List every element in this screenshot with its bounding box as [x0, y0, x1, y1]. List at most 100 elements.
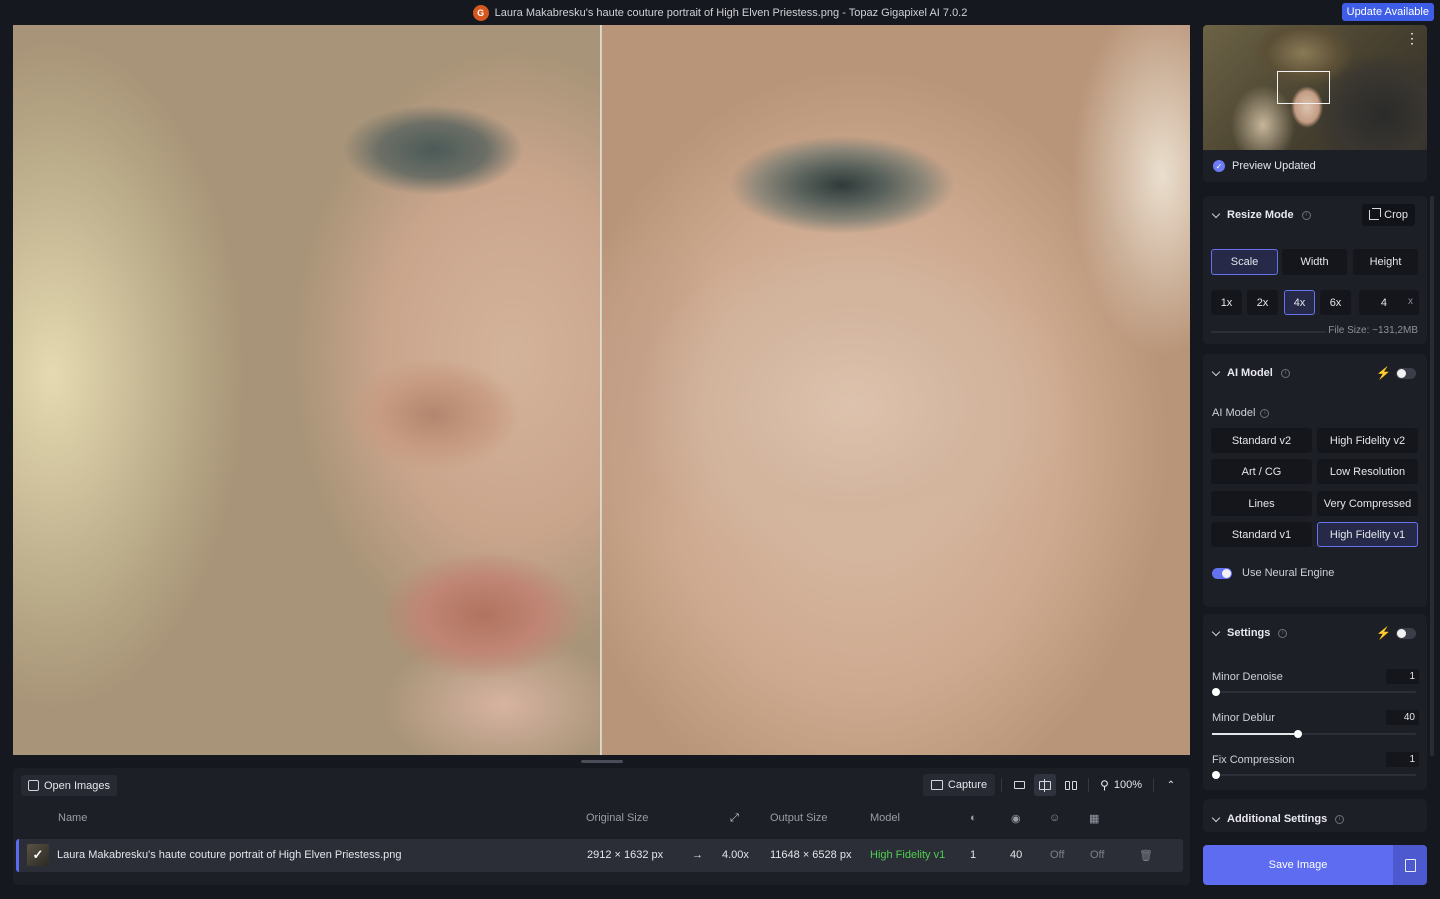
neural-engine-label: Use Neural Engine: [1242, 567, 1335, 579]
table-row[interactable]: ✓ Laura Makabresku's haute couture portr…: [16, 839, 1183, 872]
viewport-indicator[interactable]: [1277, 71, 1330, 104]
fix-compression-slider[interactable]: [1212, 771, 1416, 779]
side-by-side-icon: [1065, 780, 1078, 790]
file-name: Laura Makabresku's haute couture portrai…: [57, 849, 402, 861]
save-image-button[interactable]: Save Image: [1203, 845, 1393, 885]
mode-scale-button[interactable]: Scale: [1211, 249, 1278, 275]
image-icon: [28, 780, 39, 791]
column-header-original-size[interactable]: Original Size: [586, 812, 648, 824]
fix-compression-value[interactable]: 1: [1386, 752, 1419, 767]
side-by-side-view-button[interactable]: [1060, 774, 1082, 796]
update-available-button[interactable]: Update Available: [1341, 3, 1434, 21]
preview-panel: ⋮ ✓ Preview Updated: [1203, 25, 1427, 182]
open-images-label: Open Images: [44, 779, 111, 792]
camera-icon: [930, 780, 943, 790]
slider-knob[interactable]: [1212, 688, 1220, 696]
toolbar-divider: [1001, 778, 1003, 792]
model-high-fidelity-v2-button[interactable]: High Fidelity v2: [1317, 428, 1418, 453]
split-view-icon: [1039, 778, 1052, 792]
model-standard-v2-button[interactable]: Standard v2: [1211, 428, 1312, 453]
column-header-model[interactable]: Model: [870, 812, 900, 824]
denoise-column-icon: ◐: [970, 812, 977, 824]
collapse-panel-button[interactable]: ⌃: [1160, 774, 1182, 796]
split-view-button[interactable]: [1034, 774, 1057, 796]
image-comparison-viewer[interactable]: [13, 25, 1190, 755]
ai-model-header[interactable]: AI Model i: [1203, 354, 1427, 392]
toolbar-divider: [1088, 778, 1090, 792]
minor-denoise-value[interactable]: 1: [1386, 669, 1419, 684]
ai-model-title: AI Model: [1227, 367, 1273, 379]
crop-label: Crop: [1384, 209, 1408, 221]
minor-deblur-label: Minor Deblur: [1212, 712, 1275, 724]
denoise-value: 1: [970, 849, 977, 861]
capture-button[interactable]: Capture: [922, 774, 996, 796]
preview-status: ✓ Preview Updated: [1213, 160, 1316, 172]
resize-divider: [1211, 331, 1326, 333]
deblur-value: 40: [1010, 849, 1023, 861]
window-title-text: Laura Makabresku's haute couture portrai…: [494, 6, 968, 19]
model-value: High Fidelity v1: [870, 849, 946, 861]
scale-6x-button[interactable]: 6x: [1320, 290, 1351, 315]
chevron-down-icon: [1211, 209, 1221, 218]
slider-knob[interactable]: [1293, 730, 1302, 738]
model-very-compressed-button[interactable]: Very Compressed: [1317, 491, 1418, 516]
minor-deblur-value[interactable]: 40: [1386, 710, 1419, 725]
file-settings-icon: [1404, 858, 1416, 872]
navigator-thumbnail[interactable]: ⋮: [1203, 25, 1427, 150]
scale-value: 4.00x: [722, 849, 749, 861]
single-view-button[interactable]: [1008, 774, 1030, 796]
preview-status-label: Preview Updated: [1232, 160, 1316, 172]
settings-header[interactable]: Settings i: [1203, 614, 1427, 652]
resize-mode-title: Resize Mode: [1227, 209, 1294, 221]
neural-engine-toggle[interactable]: [1212, 568, 1232, 579]
arrow-right-icon: →: [692, 849, 703, 861]
ai-model-toggle[interactable]: [1396, 368, 1416, 379]
lightning-icon: ⚡: [1376, 626, 1391, 640]
settings-toggle[interactable]: [1396, 628, 1416, 639]
model-standard-v1-button[interactable]: Standard v1: [1211, 522, 1312, 547]
slider-knob[interactable]: [1212, 771, 1220, 779]
model-art-cg-button[interactable]: Art / CG: [1211, 459, 1312, 484]
zoom-control[interactable]: ⚲ 100%: [1095, 774, 1147, 796]
additional-settings-header[interactable]: Additional Settings i: [1203, 799, 1427, 839]
compression-column-icon: ▦: [1089, 813, 1100, 825]
info-icon[interactable]: i: [1278, 628, 1288, 638]
export-settings-button[interactable]: [1393, 845, 1427, 885]
panel-resize-handle[interactable]: [581, 760, 623, 763]
info-icon[interactable]: i: [1280, 368, 1290, 378]
model-high-fidelity-v1-button[interactable]: High Fidelity v1: [1317, 522, 1418, 547]
ai-model-panel: AI Model i ⚡ AI Model i Standard v2 High…: [1203, 354, 1427, 607]
custom-scale-value: 4: [1380, 296, 1387, 309]
crop-icon: [1369, 208, 1382, 220]
original-image-half: [13, 25, 601, 755]
minor-denoise-slider[interactable]: [1212, 688, 1416, 696]
original-size-value: 2912 × 1632 px: [587, 849, 664, 861]
scale-1x-button[interactable]: 1x: [1211, 290, 1242, 315]
scale-2x-button[interactable]: 2x: [1247, 290, 1278, 315]
comparison-splitter[interactable]: [600, 25, 602, 755]
resize-mode-header[interactable]: Resize Mode i Crop: [1203, 196, 1427, 234]
file-size-estimate: File Size: ~131,2MB: [1328, 325, 1418, 336]
model-low-resolution-button[interactable]: Low Resolution: [1317, 459, 1418, 484]
ai-model-sub-label-text: AI Model: [1212, 407, 1256, 419]
trash-icon[interactable]: 🗑: [1139, 849, 1153, 862]
scale-4x-button[interactable]: 4x: [1284, 290, 1315, 315]
info-icon[interactable]: i: [1260, 408, 1270, 418]
more-options-icon[interactable]: ⋮: [1405, 31, 1419, 45]
open-images-button[interactable]: Open Images: [21, 775, 118, 796]
info-icon[interactable]: i: [1301, 210, 1311, 220]
ai-model-sub-label: AI Model i: [1212, 407, 1270, 419]
additional-settings-panel: Additional Settings i: [1203, 799, 1427, 832]
column-header-name[interactable]: Name: [58, 812, 87, 824]
minor-denoise-label: Minor Denoise: [1212, 671, 1283, 683]
settings-panel: Settings i ⚡ Minor Denoise 1 Minor Deblu…: [1203, 614, 1427, 790]
minor-deblur-slider[interactable]: [1212, 730, 1416, 738]
info-icon[interactable]: i: [1335, 814, 1345, 824]
mode-width-button[interactable]: Width: [1282, 249, 1347, 275]
topaz-logo-icon: G: [472, 4, 489, 21]
mode-height-button[interactable]: Height: [1353, 249, 1418, 275]
model-lines-button[interactable]: Lines: [1211, 491, 1312, 516]
sidebar-scrollbar[interactable]: [1430, 196, 1434, 756]
column-header-output-size[interactable]: Output Size: [770, 812, 827, 824]
crop-button[interactable]: Crop: [1362, 204, 1415, 226]
